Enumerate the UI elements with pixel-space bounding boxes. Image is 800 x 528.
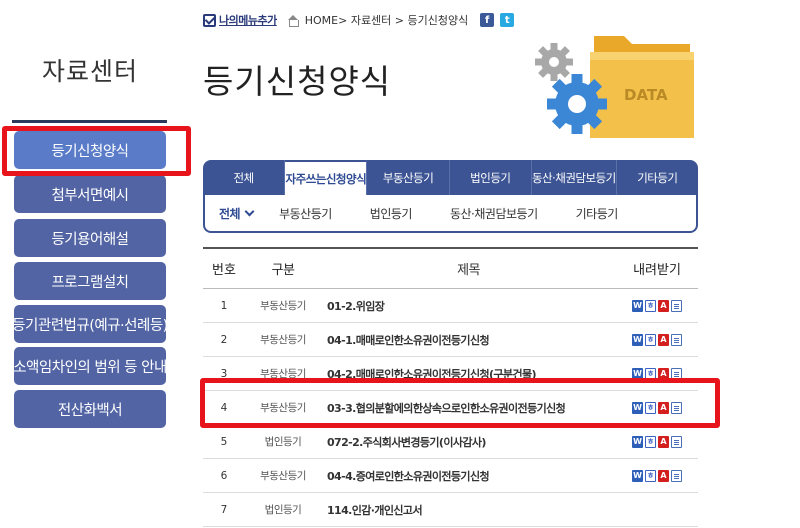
- row-number: 5: [220, 435, 228, 448]
- twitter-icon[interactable]: t: [500, 13, 515, 27]
- tab-corporate[interactable]: 법인등기: [450, 160, 532, 195]
- subtab-movable-property[interactable]: 동산·채권담보등기: [450, 205, 538, 222]
- table-row: 7 법인등기 114.인감·개인신고서: [203, 493, 698, 527]
- data-folder-illustration: DATA: [535, 36, 694, 138]
- download-icons: WㅎA: [616, 469, 698, 482]
- row-category: 법인등기: [264, 504, 302, 516]
- sidebar-title: 자료센터: [41, 57, 138, 86]
- table-row: 5 법인등기 072-2.주식회사변경등기(이사감사) WㅎA: [203, 425, 698, 459]
- pdf-file-icon[interactable]: A: [658, 333, 669, 346]
- hwp-file-icon[interactable]: ㅎ: [645, 299, 656, 312]
- subtab-other[interactable]: 기타등기: [576, 205, 619, 222]
- category-tab-bar: 전체 자주쓰는신청양식 부동산등기 법인등기 동산·채권담보등기 기타등기: [203, 160, 698, 195]
- word-file-icon[interactable]: W: [632, 299, 643, 312]
- add-my-menu-button[interactable]: 나의메뉴추가: [203, 12, 277, 28]
- checkbox-icon: [203, 13, 216, 27]
- document-file-icon[interactable]: [671, 469, 682, 482]
- forms-table: 번호 구분 제목 내려받기 1 부동산등기 01-2.위임장 WㅎA 2 부동산…: [203, 247, 698, 527]
- sidebar-item-small-tenant[interactable]: 소액임차인의 범위 등 안내: [13, 347, 167, 385]
- pdf-file-icon[interactable]: A: [658, 401, 669, 414]
- row-number: 6: [220, 469, 228, 482]
- hwp-file-icon[interactable]: ㅎ: [645, 367, 656, 380]
- hwp-file-icon[interactable]: ㅎ: [645, 333, 656, 346]
- row-category: 부동산등기: [260, 368, 306, 380]
- table-row: 2 부동산등기 04-1.매매로인한소유권이전등기신청 WㅎA: [203, 323, 698, 357]
- breadcrumb: HOME> 자료센터 > 등기신청양식: [304, 14, 469, 27]
- word-file-icon[interactable]: W: [632, 333, 643, 346]
- facebook-icon[interactable]: f: [480, 13, 495, 27]
- row-number: 4: [220, 401, 228, 414]
- download-icons: WㅎA: [616, 333, 698, 346]
- row-title-link[interactable]: 114.인감·개인신고서: [321, 502, 616, 518]
- header-title: 제목: [457, 263, 480, 278]
- sidebar-item-program-install[interactable]: 프로그램설치: [14, 262, 166, 300]
- tab-all[interactable]: 전체: [203, 160, 286, 195]
- document-file-icon[interactable]: [671, 333, 682, 346]
- table-row: 3 부동산등기 04-2.매매로인한소유권이전등기신청(구분건물) WㅎA: [203, 357, 698, 391]
- tab-real-estate[interactable]: 부동산등기: [367, 160, 450, 195]
- download-icons: WㅎA: [616, 435, 698, 448]
- row-number: 1: [220, 299, 228, 312]
- sidebar-divider: [12, 120, 167, 123]
- subtab-real-estate[interactable]: 부동산등기: [279, 205, 332, 222]
- row-category: 부동산등기: [260, 334, 306, 346]
- download-icons: WㅎA: [616, 299, 698, 312]
- pdf-file-icon[interactable]: A: [658, 469, 669, 482]
- table-row: 6 부동산등기 04-4.증여로인한소유권이전등기신청 WㅎA: [203, 459, 698, 493]
- subtab-corporate[interactable]: 법인등기: [370, 205, 413, 222]
- row-category: 법인등기: [264, 436, 302, 448]
- row-title-link[interactable]: 04-4.증여로인한소유권이전등기신청: [321, 468, 616, 484]
- word-file-icon[interactable]: W: [632, 401, 643, 414]
- row-title-link[interactable]: 072-2.주식회사변경등기(이사감사): [321, 434, 616, 450]
- chevron-down-icon: [244, 206, 255, 216]
- document-file-icon[interactable]: [671, 435, 682, 448]
- illustration-text: DATA: [624, 86, 668, 104]
- download-icons: WㅎA: [616, 401, 698, 414]
- pdf-file-icon[interactable]: A: [658, 299, 669, 312]
- header-download: 내려받기: [633, 263, 681, 278]
- row-category: 부동산등기: [260, 402, 306, 414]
- row-title-link[interactable]: 03-3.협의분할에의한상속으로인한소유권이전등기신청: [321, 400, 616, 416]
- tab-movable-property[interactable]: 동산·채권담보등기: [532, 160, 617, 195]
- header-category: 구분: [271, 263, 295, 278]
- sidebar-item-whitepaper[interactable]: 전산화백서: [14, 390, 166, 428]
- subtab-all[interactable]: 전체: [219, 205, 255, 222]
- row-number: 3: [220, 367, 228, 380]
- pdf-file-icon[interactable]: A: [658, 435, 669, 448]
- word-file-icon[interactable]: W: [632, 435, 643, 448]
- row-number: 2: [220, 333, 228, 346]
- add-my-menu-label: 나의메뉴추가: [219, 14, 277, 27]
- tab-other[interactable]: 기타등기: [617, 160, 698, 195]
- download-icons: WㅎA: [616, 367, 698, 380]
- table-row: 1 부동산등기 01-2.위임장 WㅎA: [203, 289, 698, 323]
- home-icon[interactable]: [287, 14, 299, 27]
- tab-frequent-forms[interactable]: 자주쓰는신청양식: [285, 160, 368, 195]
- row-number: 7: [220, 503, 228, 516]
- header-number: 번호: [212, 263, 236, 278]
- hwp-file-icon[interactable]: ㅎ: [645, 401, 656, 414]
- hwp-file-icon[interactable]: ㅎ: [645, 435, 656, 448]
- sidebar-item-attachment-examples[interactable]: 첨부서면예시: [14, 175, 166, 213]
- subtab-all-label: 전체: [219, 206, 241, 221]
- document-file-icon[interactable]: [671, 401, 682, 414]
- table-row: 4 부동산등기 03-3.협의분할에의한상속으로인한소유권이전등기신청 WㅎA: [203, 391, 698, 425]
- document-file-icon[interactable]: [671, 367, 682, 380]
- row-title-link[interactable]: 04-1.매매로인한소유권이전등기신청: [321, 332, 616, 348]
- top-bar: 나의메뉴추가 HOME> 자료센터 > 등기신청양식 f t: [203, 10, 515, 30]
- row-title-link[interactable]: 01-2.위임장: [321, 298, 616, 314]
- row-title-link[interactable]: 04-2.매매로인한소유권이전등기신청(구분건물): [321, 366, 616, 382]
- word-file-icon[interactable]: W: [632, 367, 643, 380]
- sub-tab-bar: 전체 부동산등기 법인등기 동산·채권담보등기 기타등기: [203, 195, 698, 233]
- word-file-icon[interactable]: W: [632, 469, 643, 482]
- sidebar-item-regulations[interactable]: 등기관련법규(예규·선례등): [12, 305, 168, 343]
- document-file-icon[interactable]: [671, 299, 682, 312]
- table-header-row: 번호 구분 제목 내려받기: [203, 249, 698, 289]
- row-category: 부동산등기: [260, 470, 306, 482]
- page-title: 등기신청양식: [203, 62, 392, 101]
- row-category: 부동산등기: [260, 300, 306, 312]
- sidebar-item-form[interactable]: 등기신청양식: [14, 131, 166, 169]
- pdf-file-icon[interactable]: A: [658, 367, 669, 380]
- hwp-file-icon[interactable]: ㅎ: [645, 469, 656, 482]
- sidebar-item-glossary[interactable]: 등기용어해설: [14, 219, 166, 257]
